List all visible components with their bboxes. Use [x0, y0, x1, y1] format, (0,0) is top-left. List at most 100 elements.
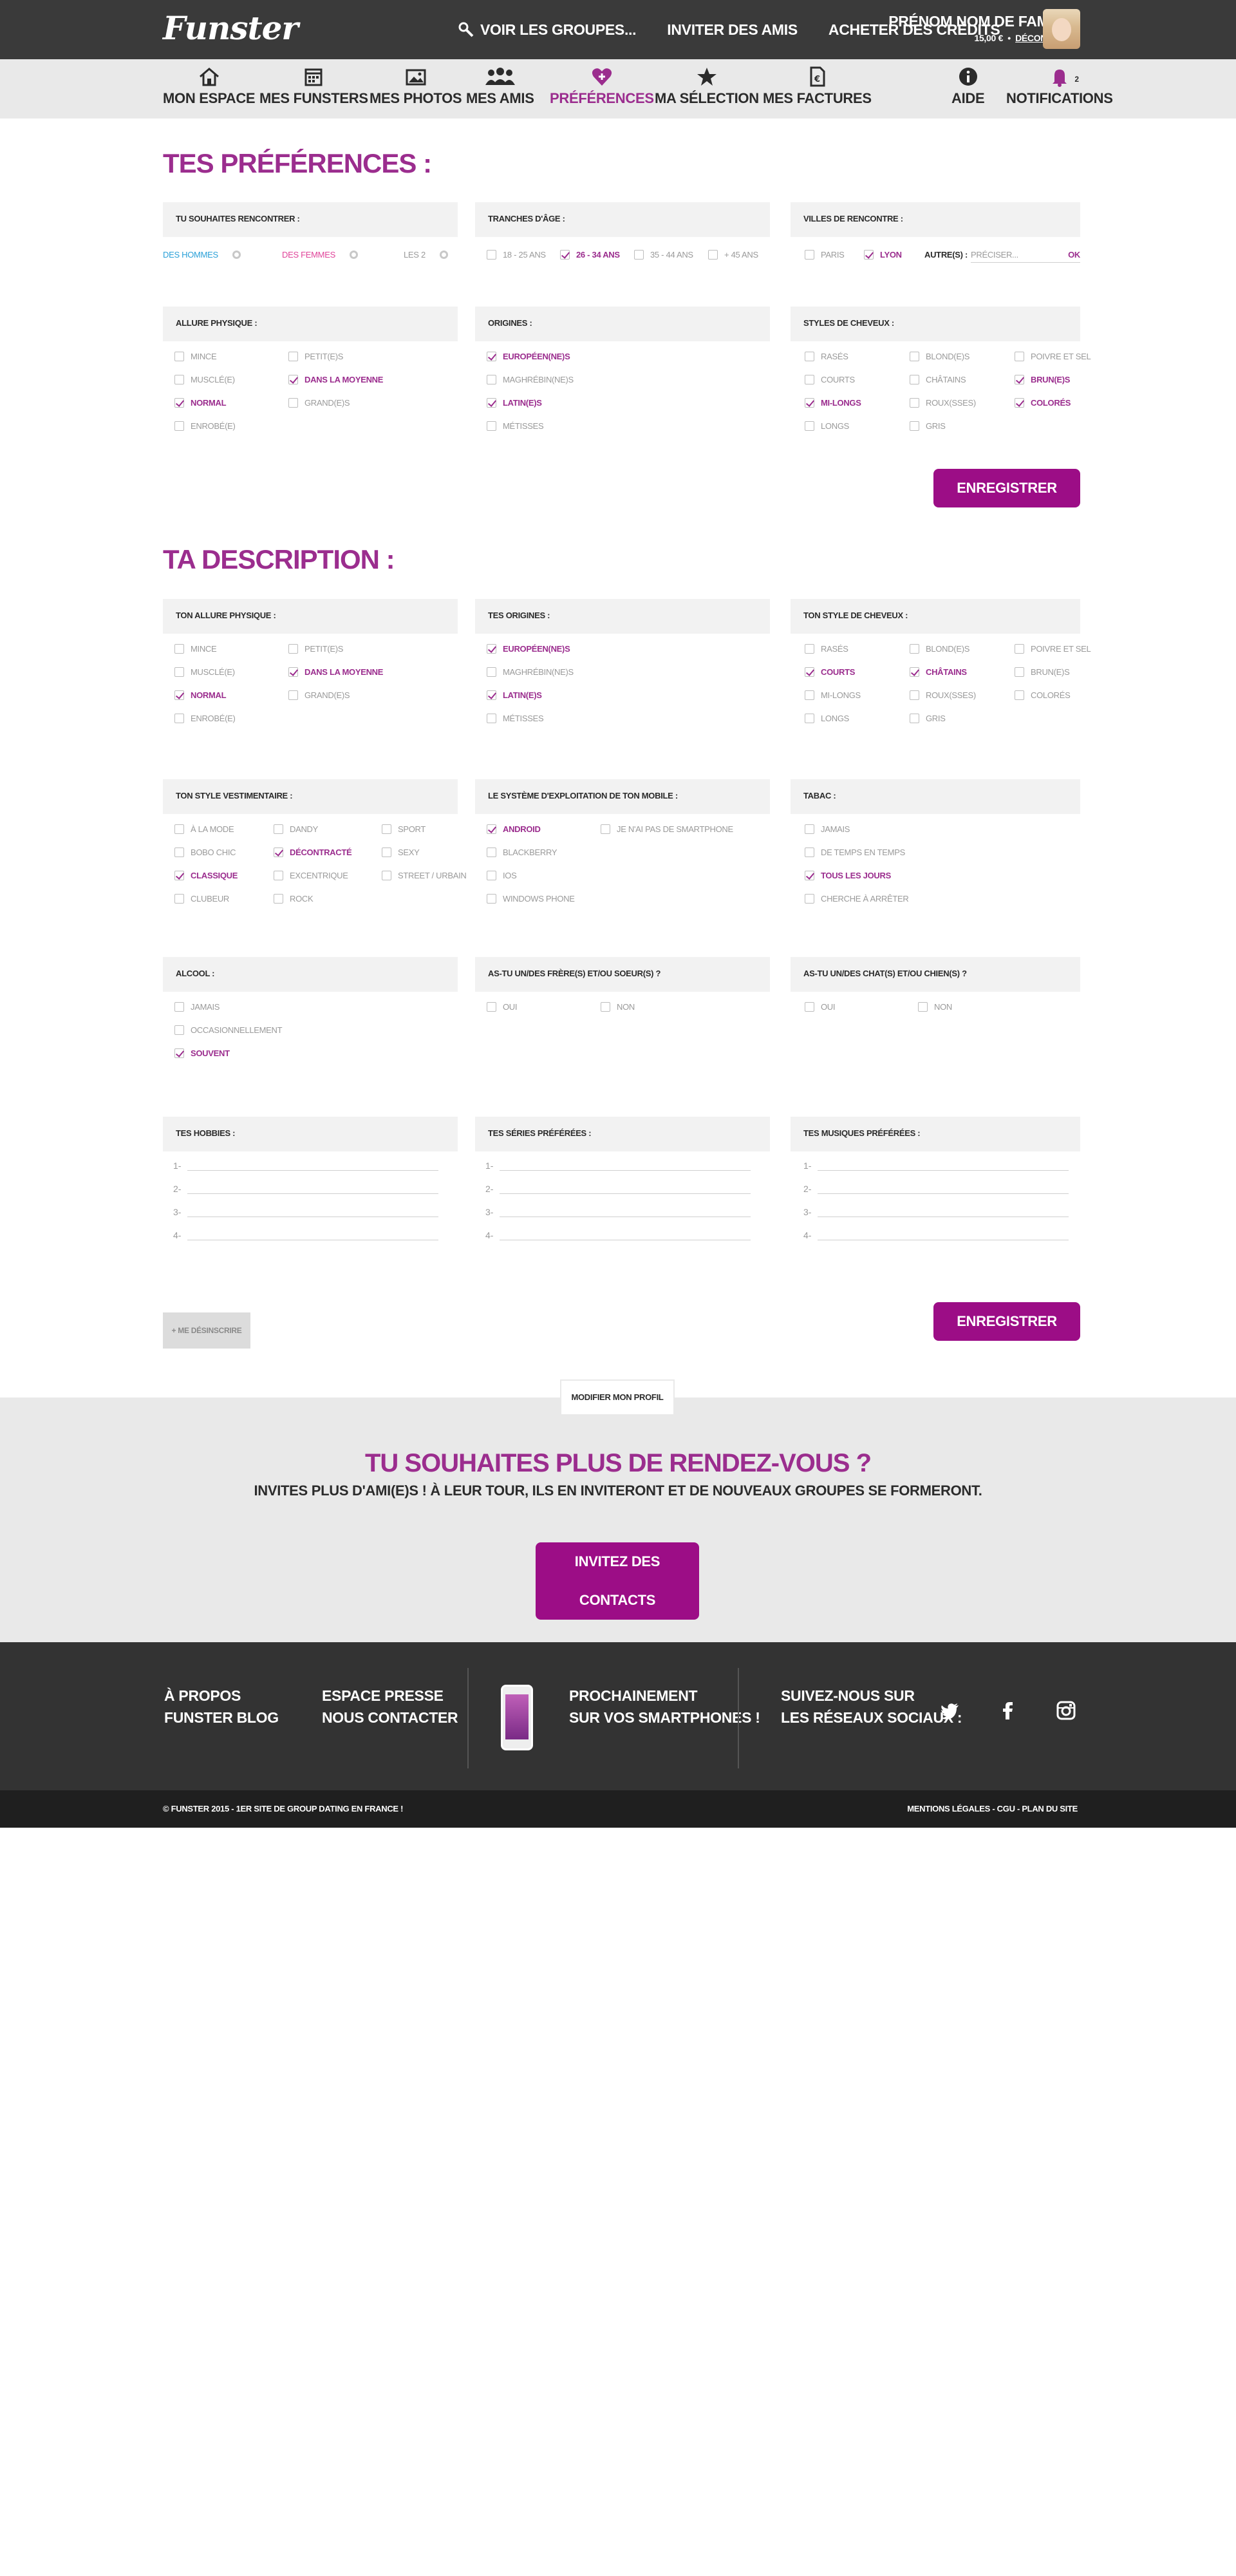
checkbox-option[interactable]: Enrobé(e)	[174, 421, 236, 431]
checkbox-option[interactable]: Colorés	[1015, 690, 1071, 700]
checkbox-option[interactable]: Tous les jours	[805, 871, 891, 880]
checkbox-option[interactable]: Musclé(e)	[174, 375, 235, 384]
checkbox-option[interactable]: Gris	[910, 421, 946, 431]
save-preferences-button[interactable]: Enregistrer	[933, 469, 1080, 507]
checkbox-option[interactable]: + 45 ans	[708, 250, 758, 260]
press-link[interactable]: Espace presse	[322, 1685, 458, 1707]
checkbox-option[interactable]: 35 - 44 ans	[634, 250, 693, 260]
checkbox-option[interactable]: Souvent	[174, 1048, 230, 1058]
checkbox-option[interactable]: Brun(e)s	[1015, 375, 1070, 384]
checkbox-option[interactable]: Non	[918, 1002, 952, 1012]
nav-aide[interactable]: Aide	[951, 66, 985, 107]
checkbox-option[interactable]: Musclé(e)	[174, 667, 235, 677]
checkbox-option[interactable]: Je n'ai pas de smartphone	[601, 824, 733, 834]
hobby-field[interactable]: 2-	[173, 1184, 439, 1194]
nav-mon-espace[interactable]: Mon espace	[163, 66, 256, 107]
nav-preferences[interactable]: Préférences	[550, 66, 654, 107]
checkbox-option[interactable]: Blackberry	[487, 848, 557, 857]
other-cities-input[interactable]: Préciser... OK	[971, 250, 1080, 263]
checkbox-option[interactable]: Sexy	[382, 848, 420, 857]
hobby-field[interactable]: 4-	[173, 1230, 439, 1240]
checkbox-option[interactable]: Européen(ne)s	[487, 352, 570, 361]
checkbox-option[interactable]: Courts	[805, 375, 855, 384]
checkbox-option[interactable]: Gris	[910, 714, 946, 723]
checkbox-option[interactable]: Oui	[805, 1002, 836, 1012]
checkbox-option[interactable]: Dandy	[274, 824, 318, 834]
checkbox-option[interactable]: Maghrébin(ne)s	[487, 667, 574, 677]
nav-ma-selection[interactable]: Ma sélection	[655, 66, 759, 107]
checkbox-option[interactable]: Petit(e)s	[288, 644, 343, 654]
checkbox-option[interactable]: Châtains	[910, 667, 967, 677]
checkbox-option[interactable]: Roux(sses)	[910, 690, 976, 700]
funster-logo[interactable]: Funster	[163, 9, 299, 47]
checkbox-option[interactable]: Poivre et sel	[1015, 644, 1091, 654]
checkbox-option[interactable]: Métisses	[487, 421, 544, 431]
checkbox-option[interactable]: Street / Urbain	[382, 871, 467, 880]
checkbox-option[interactable]: Bobo chic	[174, 848, 236, 857]
checkbox-option[interactable]: iOS	[487, 871, 517, 880]
checkbox-option[interactable]: Grand(e)s	[288, 398, 350, 408]
checkbox-option[interactable]: De temps en temps	[805, 848, 905, 857]
checkbox-option[interactable]: Jamais	[174, 1002, 220, 1012]
checkbox-option[interactable]: Grand(e)s	[288, 690, 350, 700]
invite-friends-link[interactable]: Inviter des amis	[667, 21, 798, 39]
checkbox-option[interactable]: Windows Phone	[487, 894, 575, 904]
checkbox-option[interactable]: Classique	[174, 871, 238, 880]
checkbox-option[interactable]: Cherche à arrêter	[805, 894, 909, 904]
hobby-field[interactable]: 1-	[173, 1160, 439, 1171]
checkbox-option[interactable]: Petit(e)s	[288, 352, 343, 361]
checkbox-option[interactable]: Rasés	[805, 352, 848, 361]
checkbox-option[interactable]: Lyon	[864, 250, 902, 260]
avatar[interactable]	[1043, 9, 1080, 49]
option-both[interactable]: Les 2	[404, 250, 448, 260]
ok-button[interactable]: OK	[1068, 250, 1080, 260]
checkbox-option[interactable]: Rasés	[805, 644, 848, 654]
checkbox-option[interactable]: Longs	[805, 421, 849, 431]
checkbox-option[interactable]: Courts	[805, 667, 855, 677]
checkbox-option[interactable]: Latin(e)s	[487, 690, 542, 700]
checkbox-option[interactable]: Mince	[174, 644, 217, 654]
checkbox-option[interactable]: Roux(sses)	[910, 398, 976, 408]
checkbox-option[interactable]: Mi-longs	[805, 398, 861, 408]
checkbox-option[interactable]: Sport	[382, 824, 426, 834]
series-field[interactable]: 2-	[485, 1184, 751, 1194]
unsubscribe-button[interactable]: + Me désinscrire	[163, 1312, 250, 1349]
series-field[interactable]: 1-	[485, 1160, 751, 1171]
checkbox-option[interactable]: Android	[487, 824, 541, 834]
invite-contacts-button[interactable]: Invitez des contacts	[536, 1542, 699, 1620]
nav-mes-amis[interactable]: Mes amis	[466, 66, 534, 107]
about-link[interactable]: À propos	[164, 1685, 279, 1707]
music-field[interactable]: 4-	[803, 1230, 1069, 1240]
edit-profile-tab[interactable]: Modifier mon profil	[560, 1379, 675, 1416]
checkbox-option[interactable]: Longs	[805, 714, 849, 723]
blog-link[interactable]: Funster Blog	[164, 1707, 279, 1728]
checkbox-option[interactable]: Rock	[274, 894, 314, 904]
checkbox-option[interactable]: Mi-longs	[805, 690, 861, 700]
checkbox-option[interactable]: Colorés	[1015, 398, 1071, 408]
checkbox-option[interactable]: Oui	[487, 1002, 518, 1012]
checkbox-option[interactable]: Blond(e)s	[910, 644, 969, 654]
checkbox-option[interactable]: Maghrébin(ne)s	[487, 375, 574, 384]
checkbox-option[interactable]: Châtains	[910, 375, 966, 384]
contact-link[interactable]: Nous contacter	[322, 1707, 458, 1728]
checkbox-option[interactable]: 18 - 25 ans	[487, 250, 546, 260]
nav-mes-funsters[interactable]: Mes Funsters	[259, 66, 368, 107]
checkbox-option[interactable]: Dans la moyenne	[288, 667, 383, 677]
option-men[interactable]: Des hommes	[163, 250, 241, 260]
checkbox-option[interactable]: Normal	[174, 690, 227, 700]
nav-notifications[interactable]: 2 Notifications	[1006, 66, 1113, 107]
checkbox-option[interactable]: Non	[601, 1002, 635, 1012]
checkbox-option[interactable]: Poivre et sel	[1015, 352, 1091, 361]
facebook-icon[interactable]	[998, 1700, 1018, 1721]
checkbox-option[interactable]: Excentrique	[274, 871, 348, 880]
checkbox-option[interactable]: Mince	[174, 352, 217, 361]
checkbox-option[interactable]: À la mode	[174, 824, 234, 834]
checkbox-option[interactable]: Occasionnellement	[174, 1025, 283, 1035]
checkbox-option[interactable]: Normal	[174, 398, 227, 408]
music-field[interactable]: 1-	[803, 1160, 1069, 1171]
checkbox-option[interactable]: Jamais	[805, 824, 850, 834]
checkbox-option[interactable]: 26 - 34 ans	[560, 250, 620, 260]
checkbox-option[interactable]: Européen(ne)s	[487, 644, 570, 654]
checkbox-option[interactable]: Latin(e)s	[487, 398, 542, 408]
save-description-button[interactable]: Enregistrer	[933, 1302, 1080, 1341]
